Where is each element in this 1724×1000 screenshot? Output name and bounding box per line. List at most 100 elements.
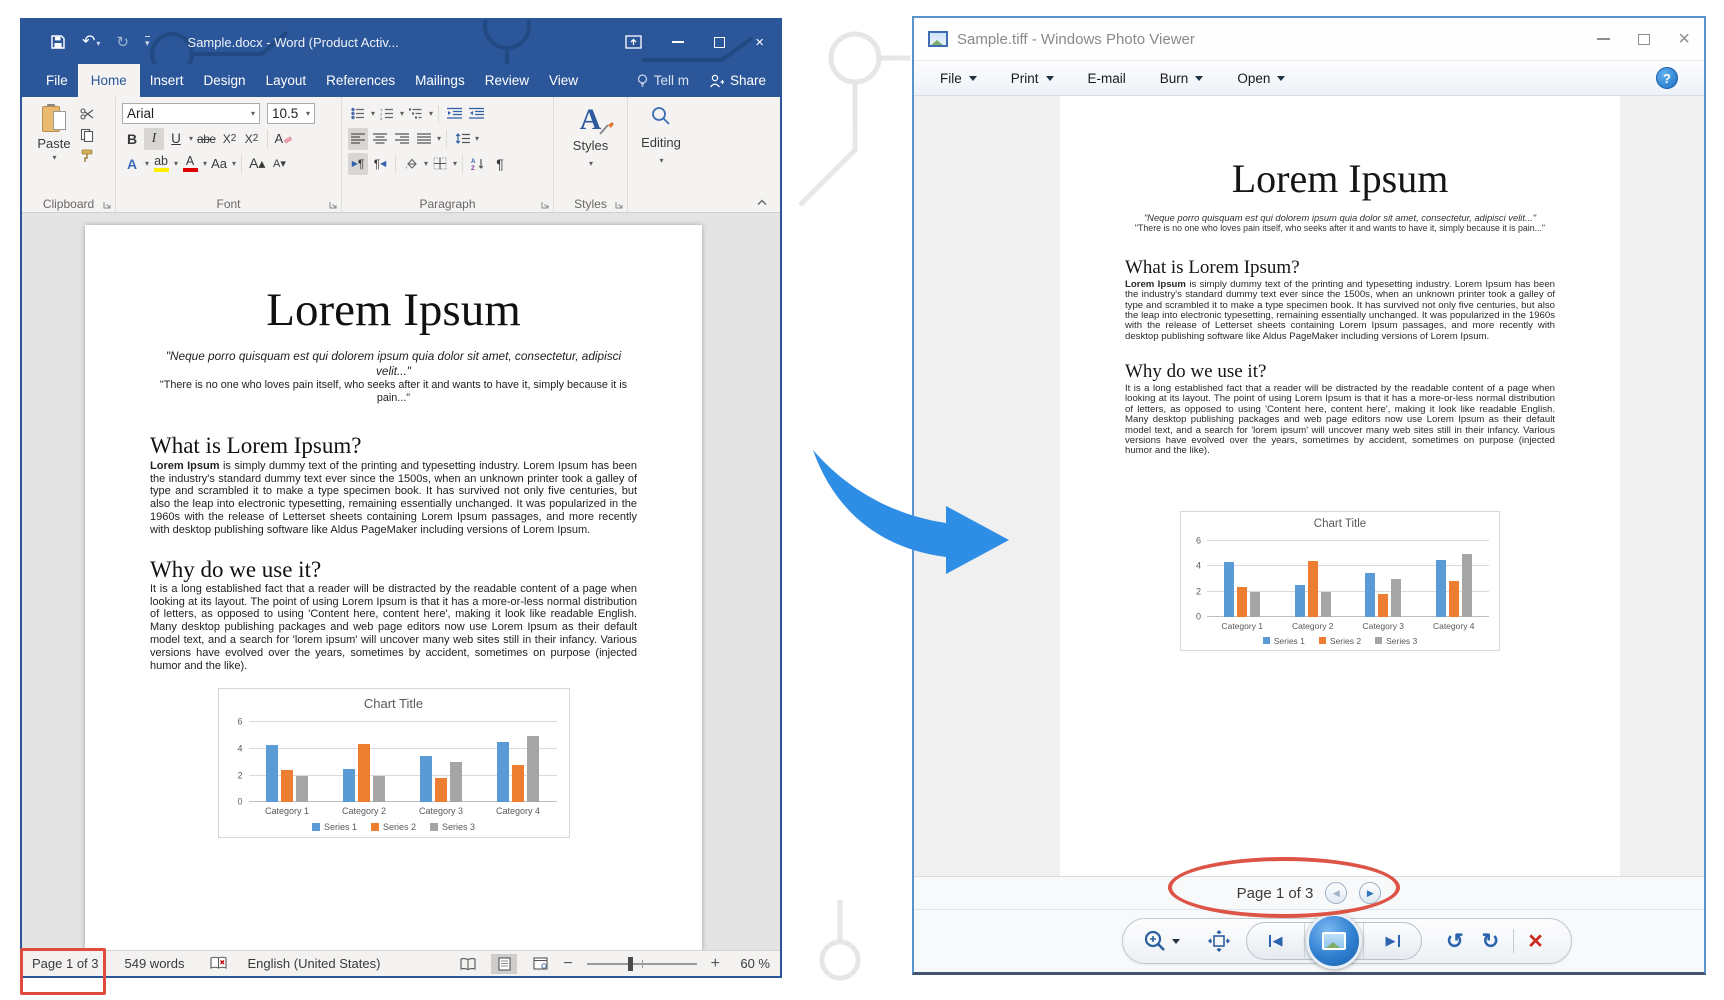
menu-burn[interactable]: Burn: [1160, 71, 1204, 86]
multilevel-caret-icon[interactable]: ▾: [429, 109, 433, 118]
close-button[interactable]: ×: [755, 35, 764, 50]
tab-layout[interactable]: Layout: [256, 64, 317, 97]
clear-formatting-button[interactable]: A: [273, 128, 296, 150]
line-spacing-button[interactable]: [452, 128, 472, 150]
share-button[interactable]: Share: [699, 64, 780, 97]
show-formatting-marks-button[interactable]: ¶: [490, 153, 510, 175]
zoom-in-button[interactable]: +: [711, 956, 720, 972]
undo-icon[interactable]: ↶▾: [82, 34, 100, 50]
document-page[interactable]: Lorem Ipsum "Neque porro quisquam est qu…: [85, 225, 702, 950]
tab-file[interactable]: File: [36, 64, 78, 97]
paragraph-dialog-launcher-icon[interactable]: [540, 200, 550, 210]
increase-indent-button[interactable]: [466, 103, 486, 125]
font-size-select[interactable]: 10.5 ▾: [267, 103, 315, 124]
rotate-counterclockwise-button[interactable]: ↺: [1446, 931, 1464, 952]
italic-button[interactable]: I: [144, 128, 164, 150]
shading-caret-icon[interactable]: ▾: [424, 159, 428, 168]
numbering-button[interactable]: 123: [377, 103, 397, 125]
delete-button[interactable]: ×: [1528, 929, 1543, 954]
rotate-clockwise-button[interactable]: ↻: [1482, 931, 1500, 952]
word-count[interactable]: 549 words: [125, 956, 185, 971]
editing-button[interactable]: Editing ▾: [634, 101, 688, 168]
paste-button[interactable]: Paste ▾: [28, 101, 80, 195]
strikethrough-button[interactable]: abe: [195, 128, 218, 150]
collapse-ribbon-icon[interactable]: [756, 198, 768, 206]
rtl-text-direction-button[interactable]: ¶◀: [370, 153, 390, 175]
read-mode-button[interactable]: [455, 954, 481, 974]
web-layout-button[interactable]: [527, 954, 553, 974]
tab-view[interactable]: View: [539, 64, 588, 97]
print-layout-button[interactable]: [491, 954, 517, 974]
decrease-indent-button[interactable]: [444, 103, 464, 125]
zoom-button[interactable]: [1143, 929, 1180, 953]
cut-icon[interactable]: [80, 107, 95, 121]
font-name-select[interactable]: Arial ▾: [122, 103, 260, 124]
justify-button[interactable]: [414, 128, 434, 150]
redo-icon[interactable]: ↻: [116, 35, 129, 50]
menu-file[interactable]: File: [940, 71, 977, 86]
underline-button[interactable]: U: [166, 128, 186, 150]
next-image-button[interactable]: ▶: [1363, 923, 1421, 959]
maximize-button[interactable]: [714, 37, 725, 48]
underline-caret-icon[interactable]: ▾: [189, 134, 193, 143]
zoom-out-button[interactable]: −: [563, 956, 572, 972]
zoom-level[interactable]: 60 %: [730, 956, 770, 971]
subscript-button[interactable]: X2: [220, 128, 240, 150]
numbering-caret-icon[interactable]: ▾: [400, 109, 404, 118]
justify-caret-icon[interactable]: ▾: [437, 134, 441, 143]
tab-references[interactable]: References: [316, 64, 405, 97]
language-indicator[interactable]: English (United States): [247, 956, 380, 971]
copy-icon[interactable]: [80, 128, 94, 142]
text-effects-button[interactable]: A: [122, 153, 142, 175]
tab-design[interactable]: Design: [194, 64, 256, 97]
help-button[interactable]: ?: [1656, 67, 1678, 89]
align-right-button[interactable]: [392, 128, 412, 150]
multilevel-list-button[interactable]: [406, 103, 426, 125]
superscript-button[interactable]: X2: [242, 128, 262, 150]
zoom-slider[interactable]: [587, 963, 697, 965]
shading-button[interactable]: [401, 153, 421, 175]
ribbon-display-options-icon[interactable]: [625, 35, 642, 49]
format-painter-icon[interactable]: [80, 149, 94, 163]
tab-home[interactable]: Home: [78, 64, 140, 97]
menu-email[interactable]: E-mail: [1088, 71, 1126, 86]
zoom-slider-thumb[interactable]: [628, 957, 633, 971]
font-color-caret-icon[interactable]: ▾: [203, 159, 207, 168]
viewer-maximize-button[interactable]: [1638, 34, 1650, 45]
tab-mailings[interactable]: Mailings: [405, 64, 475, 97]
line-spacing-caret-icon[interactable]: ▾: [475, 134, 479, 143]
align-left-button[interactable]: [348, 128, 368, 150]
play-slideshow-button[interactable]: [1306, 913, 1362, 969]
borders-caret-icon[interactable]: ▾: [453, 159, 457, 168]
tab-insert[interactable]: Insert: [140, 64, 194, 97]
borders-button[interactable]: [430, 153, 450, 175]
tell-me-box[interactable]: Tell m: [627, 64, 699, 97]
font-color-button[interactable]: A: [180, 153, 200, 175]
text-effects-caret-icon[interactable]: ▾: [145, 159, 149, 168]
highlight-caret-icon[interactable]: ▾: [174, 159, 178, 168]
document-bar-chart[interactable]: Chart Title 0246 Category 1Category 2Cat…: [218, 688, 570, 838]
sort-button[interactable]: AZ: [468, 153, 488, 175]
tab-review[interactable]: Review: [475, 64, 539, 97]
viewer-minimize-button[interactable]: [1597, 38, 1610, 40]
text-highlight-button[interactable]: ab: [151, 153, 171, 175]
styles-button[interactable]: A Styles ▾: [560, 101, 621, 171]
change-case-caret-icon[interactable]: ▾: [232, 159, 236, 168]
grow-font-button[interactable]: A▴: [247, 153, 267, 175]
shrink-font-button[interactable]: A▾: [269, 153, 289, 175]
proofing-errors-icon[interactable]: [210, 956, 227, 971]
ltr-text-direction-button[interactable]: ▶¶: [348, 153, 368, 175]
fit-to-window-button[interactable]: [1208, 930, 1230, 952]
bullets-caret-icon[interactable]: ▾: [371, 109, 375, 118]
save-icon[interactable]: [50, 34, 66, 50]
viewer-close-button[interactable]: ×: [1678, 29, 1690, 49]
align-center-button[interactable]: [370, 128, 390, 150]
font-dialog-launcher-icon[interactable]: [328, 200, 338, 210]
bold-button[interactable]: B: [122, 128, 142, 150]
styles-dialog-launcher-icon[interactable]: [614, 200, 624, 210]
bullets-button[interactable]: [348, 103, 368, 125]
menu-open[interactable]: Open: [1237, 71, 1285, 86]
previous-image-button[interactable]: ◀: [1247, 923, 1305, 959]
menu-print[interactable]: Print: [1011, 71, 1054, 86]
clipboard-dialog-launcher-icon[interactable]: [102, 200, 112, 210]
